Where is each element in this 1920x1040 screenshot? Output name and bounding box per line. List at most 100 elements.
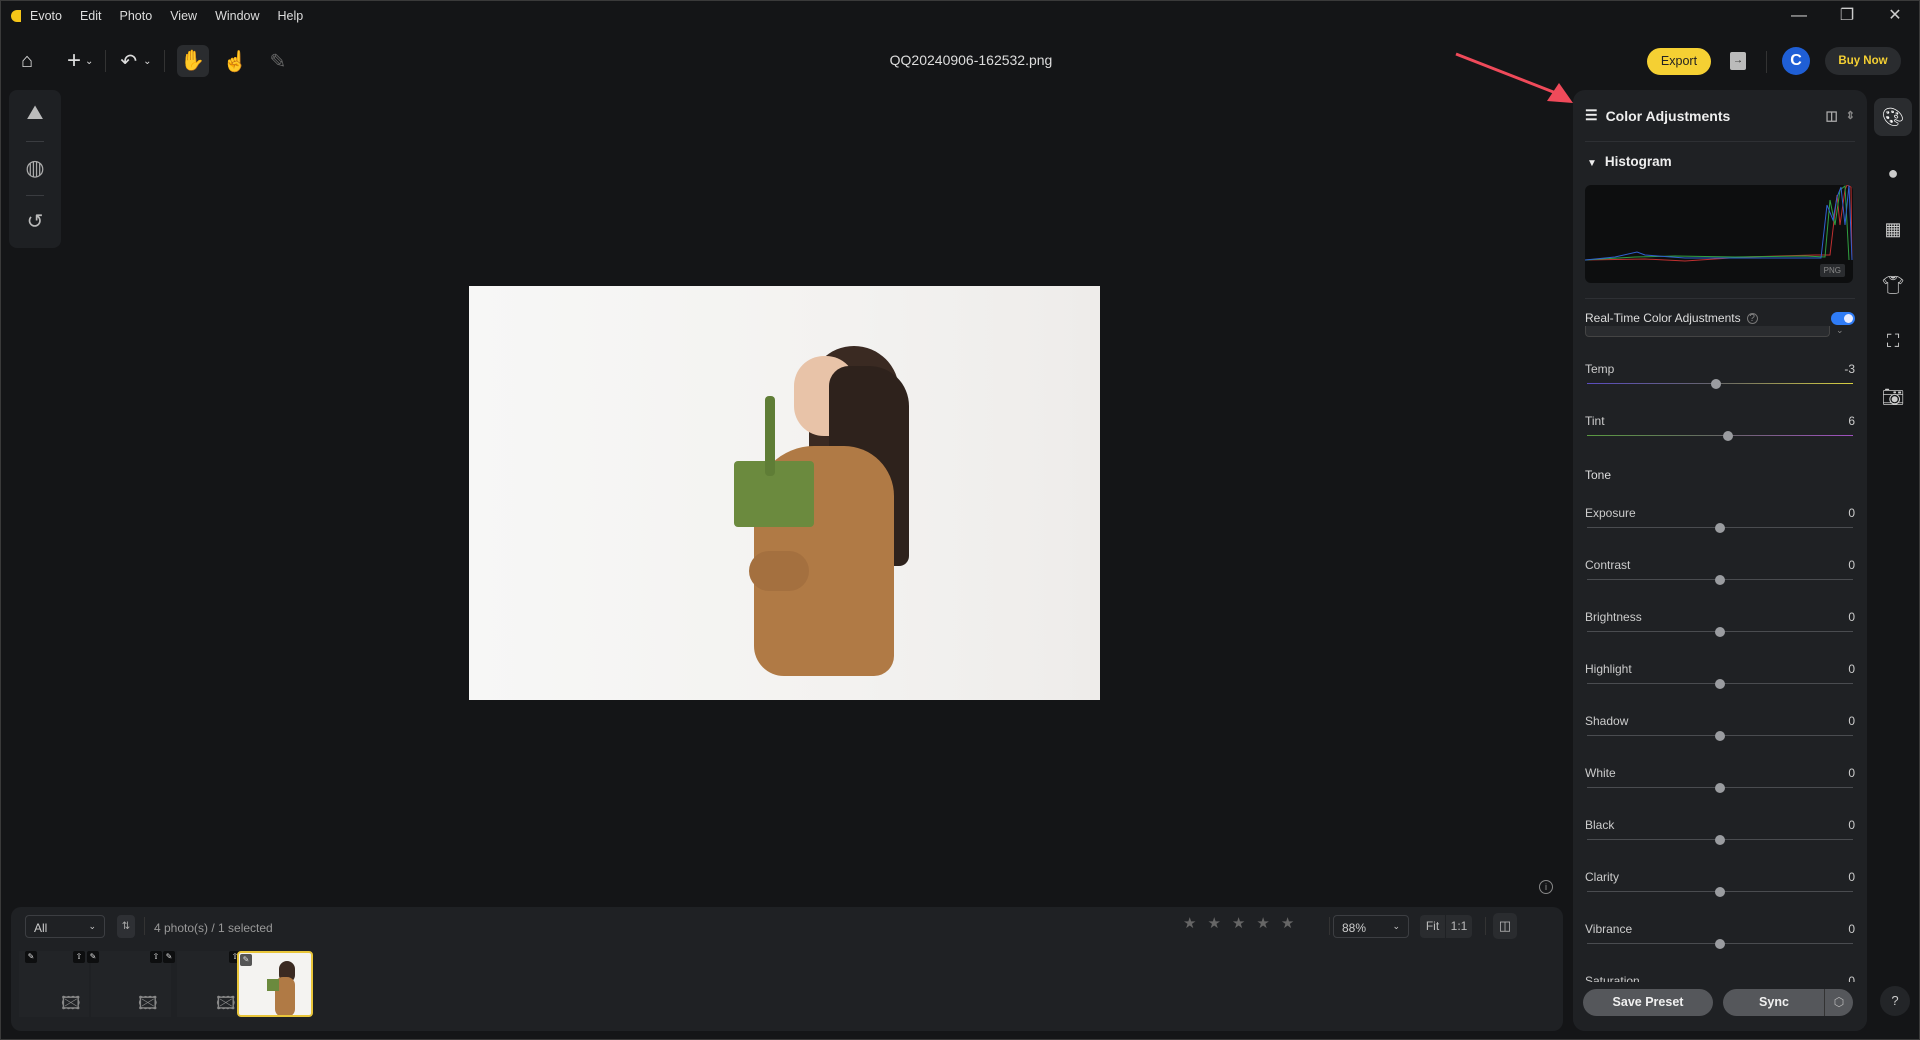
image-error-icon: 🖾	[61, 993, 81, 1013]
star-icon[interactable]: ★	[1256, 914, 1269, 932]
slider-value[interactable]: -3	[1844, 362, 1855, 376]
background-icon[interactable]: ▦	[1874, 210, 1912, 248]
fit-button[interactable]: Fit	[1420, 915, 1446, 938]
photo-thumbnail-selected[interactable]: ✎	[237, 951, 313, 1017]
slider-track[interactable]	[1587, 435, 1853, 436]
slider-clarity[interactable]: Clarity 0	[1585, 870, 1855, 910]
compare-view-icon[interactable]: ◫	[1493, 913, 1517, 939]
slider-temp[interactable]: Temp -3	[1585, 362, 1855, 402]
compare-layout-icon[interactable]: ◫	[1825, 108, 1837, 124]
menu-help[interactable]: Help	[278, 9, 304, 23]
one-to-one-button[interactable]: 1:1	[1446, 915, 1472, 938]
slider-value[interactable]: 0	[1848, 766, 1855, 780]
slider-value[interactable]: 0	[1848, 506, 1855, 520]
realtime-toggle[interactable]	[1831, 311, 1855, 325]
slider-label: Brightness	[1585, 610, 1642, 624]
slider-value[interactable]: 0	[1848, 610, 1855, 624]
history-icon[interactable]: ↺	[23, 209, 47, 233]
camera-icon[interactable]: 📷︎	[1874, 378, 1912, 416]
restore-button[interactable]: ❐	[1823, 1, 1871, 31]
slider-highlight[interactable]: Highlight 0	[1585, 662, 1855, 702]
slider-value[interactable]: 0	[1848, 558, 1855, 572]
buy-now-button[interactable]: Buy Now	[1825, 47, 1901, 75]
slider-vibrance[interactable]: Vibrance 0	[1585, 922, 1855, 962]
slider-white[interactable]: White 0	[1585, 766, 1855, 806]
slider-black[interactable]: Black 0	[1585, 818, 1855, 858]
minimize-button[interactable]: —	[1775, 1, 1823, 31]
histogram: PNG	[1585, 185, 1853, 283]
slider-value[interactable]: 6	[1848, 414, 1855, 428]
slider-thumb[interactable]	[1715, 939, 1725, 949]
slider-thumb[interactable]	[1715, 887, 1725, 897]
evoto-logo-icon	[11, 10, 21, 22]
avatar[interactable]: C	[1782, 47, 1810, 75]
landscape-adjust-icon[interactable]: ⛰	[23, 102, 47, 126]
help-button[interactable]: ?	[1880, 986, 1910, 1016]
save-preset-button[interactable]: Save Preset	[1583, 989, 1713, 1016]
sync-label: Sync	[1759, 995, 1789, 1009]
filter-select[interactable]: All ⌄	[25, 915, 105, 938]
crop-icon[interactable]: ⛶	[1874, 322, 1912, 360]
chevron-down-icon[interactable]: ⌄	[1836, 325, 1844, 336]
star-icon[interactable]: ★	[1281, 914, 1294, 932]
app-name[interactable]: Evoto	[30, 9, 62, 23]
slider-label: Contrast	[1585, 558, 1631, 572]
sign-in-icon[interactable]: →	[1730, 52, 1746, 70]
sliders-icon: ☰	[1585, 107, 1598, 123]
edit-icon: ✎	[163, 951, 175, 963]
menu-photo[interactable]: Photo	[120, 9, 153, 23]
slider-value[interactable]: 0	[1848, 922, 1855, 936]
upload-icon: ⇧	[150, 951, 162, 963]
menu-view[interactable]: View	[170, 9, 197, 23]
histogram-graph	[1585, 185, 1853, 262]
star-icon[interactable]: ★	[1207, 914, 1220, 932]
slider-label: Black	[1585, 818, 1615, 832]
info-icon[interactable]: i	[1539, 880, 1553, 894]
expand-collapse-icon[interactable]: ⇕	[1846, 109, 1855, 122]
slider-tint[interactable]: Tint 6	[1585, 414, 1855, 454]
slider-value[interactable]: 0	[1848, 818, 1855, 832]
filmstrip-panel: All ⌄ ⇅ 4 photo(s) / 1 selected ✎ ⇧ 🖾 ✎ ⇧…	[11, 907, 1563, 1031]
menu-window[interactable]: Window	[215, 9, 259, 23]
image-error-icon: 🖾	[138, 993, 158, 1013]
slider-thumb[interactable]	[1715, 679, 1725, 689]
main-photo[interactable]	[469, 286, 1100, 700]
help-circle-icon[interactable]: ?	[1746, 312, 1758, 324]
star-icon[interactable]: ★	[1232, 914, 1245, 932]
zoom-select[interactable]: 88% ⌄	[1333, 915, 1409, 938]
slider-thumb[interactable]	[1723, 431, 1734, 441]
slider-label: Shadow	[1585, 714, 1629, 728]
clothing-icon[interactable]: 👕︎	[1874, 266, 1912, 304]
slider-thumb[interactable]	[1715, 835, 1725, 845]
mask-icon[interactable]: ◍	[23, 155, 47, 180]
slider-thumb[interactable]	[1715, 575, 1725, 585]
preset-dropdown[interactable]	[1585, 326, 1830, 337]
star-icon[interactable]: ★	[1183, 914, 1196, 932]
close-button[interactable]: ✕	[1871, 1, 1919, 31]
chevron-down-icon: ⌄	[88, 921, 96, 931]
slider-thumb[interactable]	[1715, 731, 1725, 741]
slider-shadow[interactable]: Shadow 0	[1585, 714, 1855, 754]
edit-icon: ✎	[25, 951, 37, 963]
slider-thumb[interactable]	[1715, 523, 1725, 533]
slider-brightness[interactable]: Brightness 0	[1585, 610, 1855, 650]
slider-label: Clarity	[1585, 870, 1620, 884]
slider-thumb[interactable]	[1715, 783, 1725, 793]
export-button[interactable]: Export	[1647, 48, 1711, 75]
histogram-label: Histogram	[1604, 154, 1672, 169]
slider-contrast[interactable]: Contrast 0	[1585, 558, 1855, 598]
slider-thumb[interactable]	[1715, 627, 1725, 637]
palette-icon[interactable]: 🎨︎	[1874, 98, 1912, 136]
star-rating[interactable]: ★ ★ ★ ★ ★	[1183, 914, 1305, 932]
sync-settings-icon[interactable]: ⬡	[1827, 989, 1851, 1016]
slider-thumb[interactable]	[1710, 379, 1721, 389]
slider-value[interactable]: 0	[1848, 662, 1855, 676]
slider-exposure[interactable]: Exposure 0	[1585, 506, 1855, 546]
chevron-down-icon: ⌄	[1392, 921, 1400, 931]
face-icon[interactable]: ●	[1874, 154, 1912, 192]
menu-edit[interactable]: Edit	[80, 9, 102, 23]
sort-button[interactable]: ⇅	[117, 915, 135, 938]
slider-value[interactable]: 0	[1848, 714, 1855, 728]
histogram-toggle[interactable]: ▼ Histogram	[1587, 154, 1672, 169]
slider-value[interactable]: 0	[1848, 870, 1855, 884]
